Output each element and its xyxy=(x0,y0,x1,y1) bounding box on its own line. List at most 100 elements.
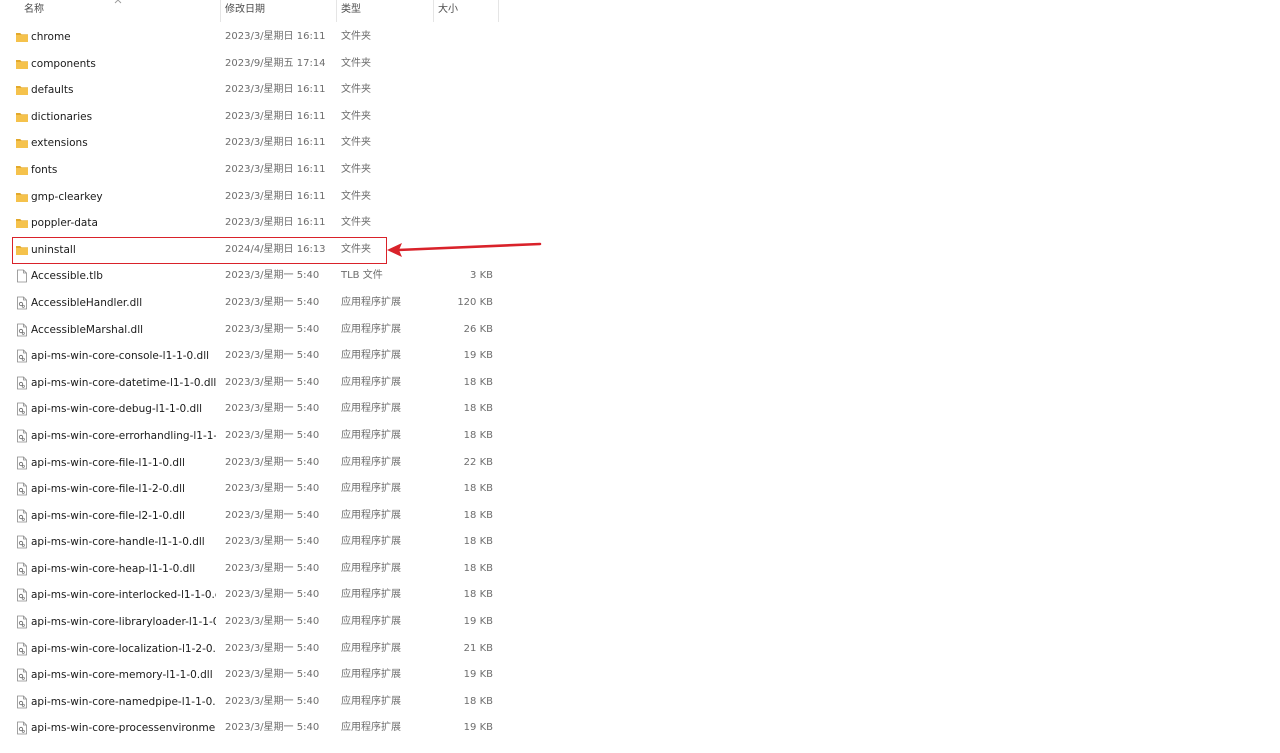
file-type: 应用程序扩展 xyxy=(341,403,401,415)
dll-file-icon xyxy=(15,668,29,682)
file-modified-date: 2023/3/星期一 5:40 xyxy=(225,429,320,441)
file-modified-date: 2023/3/星期日 16:11 xyxy=(225,84,326,96)
file-modified-date: 2023/3/星期一 5:40 xyxy=(225,509,320,521)
dll-file-icon xyxy=(15,695,29,709)
file-name: api-ms-win-core-handle-l1-1-0.dll xyxy=(31,536,205,549)
file-row[interactable]: api-ms-win-core-debug-l1-1-0.dll 2023/3/星… xyxy=(0,396,500,423)
dll-file-icon xyxy=(15,349,29,363)
file-row[interactable]: gmp-clearkey 2023/3/星期日 16:11 文件夹 xyxy=(0,184,500,211)
file-row[interactable]: fonts 2023/3/星期日 16:11 文件夹 xyxy=(0,157,500,184)
file-row[interactable]: api-ms-win-core-file-l1-1-0.dll 2023/3/星期… xyxy=(0,450,500,477)
folder-icon xyxy=(15,30,29,44)
column-header-type[interactable]: 类型 xyxy=(336,0,433,22)
annotation-highlight-box xyxy=(12,237,387,264)
file-modified-date: 2023/3/星期日 16:11 xyxy=(225,217,326,229)
file-modified-date: 2023/3/星期一 5:40 xyxy=(225,296,320,308)
file-icon xyxy=(15,269,29,283)
file-name: api-ms-win-core-memory-l1-1-0.dll xyxy=(31,669,213,682)
file-size: 18 KB xyxy=(463,376,493,388)
folder-icon xyxy=(15,57,29,71)
file-name: api-ms-win-core-file-l1-1-0.dll xyxy=(31,456,185,469)
file-size: 18 KB xyxy=(463,509,493,521)
file-type: 文件夹 xyxy=(341,217,371,229)
file-name: api-ms-win-core-namedpipe-l1-1-0.dll xyxy=(31,695,216,708)
file-row[interactable]: extensions 2023/3/星期日 16:11 文件夹 xyxy=(0,130,500,157)
file-type: 应用程序扩展 xyxy=(341,296,401,308)
file-row[interactable]: api-ms-win-core-console-l1-1-0.dll 2023/3… xyxy=(0,343,500,370)
file-row[interactable]: api-ms-win-core-file-l2-1-0.dll 2023/3/星期… xyxy=(0,503,500,530)
file-name: AccessibleMarshal.dll xyxy=(31,323,144,336)
folder-icon xyxy=(15,163,29,177)
file-row[interactable]: api-ms-win-core-processenvironmen... 2023… xyxy=(0,715,500,742)
file-name: chrome xyxy=(31,31,71,43)
file-modified-date: 2023/3/星期日 16:11 xyxy=(225,163,326,175)
file-row[interactable]: api-ms-win-core-interlocked-l1-1-0.dll 20… xyxy=(0,582,500,609)
file-modified-date: 2023/3/星期日 16:11 xyxy=(225,190,326,202)
file-row[interactable]: api-ms-win-core-errorhandling-l1-1-... 20… xyxy=(0,423,500,450)
file-size: 19 KB xyxy=(463,350,493,362)
dll-file-icon xyxy=(15,721,29,735)
file-row[interactable]: api-ms-win-core-file-l1-2-0.dll 2023/3/星期… xyxy=(0,476,500,503)
file-row[interactable]: api-ms-win-core-handle-l1-1-0.dll 2023/3/… xyxy=(0,529,500,556)
file-size: 18 KB xyxy=(463,589,493,601)
file-row[interactable]: api-ms-win-core-memory-l1-1-0.dll 2023/3/… xyxy=(0,662,500,689)
file-size: 19 KB xyxy=(463,616,493,628)
column-header-bar: 名称 修改日期 类型 大小 xyxy=(0,0,500,22)
file-type: 应用程序扩展 xyxy=(341,483,401,495)
file-modified-date: 2023/3/星期一 5:40 xyxy=(225,642,320,654)
file-row[interactable]: api-ms-win-core-datetime-l1-1-0.dll 2023/… xyxy=(0,370,500,397)
file-name: extensions xyxy=(31,137,88,150)
folder-icon xyxy=(15,83,29,97)
file-size: 18 KB xyxy=(463,536,493,548)
file-row[interactable]: chrome 2023/3/星期日 16:11 文件夹 xyxy=(0,24,500,51)
file-size: 18 KB xyxy=(463,483,493,495)
file-row[interactable]: poppler-data 2023/3/星期日 16:11 文件夹 xyxy=(0,210,500,237)
file-size: 19 KB xyxy=(463,669,493,681)
file-row[interactable]: api-ms-win-core-libraryloader-l1-1-0... 2… xyxy=(0,609,500,636)
file-size: 26 KB xyxy=(463,323,493,335)
folder-icon xyxy=(15,136,29,150)
file-modified-date: 2023/3/星期一 5:40 xyxy=(225,350,320,362)
file-row[interactable]: dictionaries 2023/3/星期日 16:11 文件夹 xyxy=(0,104,500,131)
file-type: 文件夹 xyxy=(341,110,371,122)
file-type: 文件夹 xyxy=(341,57,371,69)
file-type: 应用程序扩展 xyxy=(341,722,401,734)
file-row[interactable]: components 2023/9/星期五 17:14 文件夹 xyxy=(0,51,500,78)
file-type: 应用程序扩展 xyxy=(341,669,401,681)
file-row[interactable]: api-ms-win-core-namedpipe-l1-1-0.dll 2023… xyxy=(0,689,500,716)
file-modified-date: 2023/3/星期日 16:11 xyxy=(225,31,326,42)
file-size: 18 KB xyxy=(463,562,493,574)
dll-file-icon xyxy=(15,509,29,523)
column-header-name[interactable]: 名称 xyxy=(20,0,220,22)
file-type: 应用程序扩展 xyxy=(341,376,401,388)
file-modified-date: 2023/3/星期一 5:40 xyxy=(225,270,320,282)
file-modified-date: 2023/3/星期一 5:40 xyxy=(225,376,320,388)
file-name: api-ms-win-core-datetime-l1-1-0.dll xyxy=(31,376,216,389)
file-name: dictionaries xyxy=(31,110,93,123)
file-row[interactable]: api-ms-win-core-localization-l1-2-0.dll 2… xyxy=(0,636,500,663)
file-row[interactable]: Accessible.tlb 2023/3/星期一 5:40 TLB 文件 3 KB xyxy=(0,263,500,290)
file-type: 应用程序扩展 xyxy=(341,509,401,521)
file-modified-date: 2023/3/星期一 5:40 xyxy=(225,562,320,574)
dll-file-icon xyxy=(15,615,29,629)
file-size: 120 KB xyxy=(457,296,493,308)
file-modified-date: 2023/3/星期一 5:40 xyxy=(225,722,320,734)
file-row[interactable]: defaults 2023/3/星期日 16:11 文件夹 xyxy=(0,77,500,104)
file-name: api-ms-win-core-libraryloader-l1-1-0... xyxy=(31,616,216,629)
file-modified-date: 2023/3/星期一 5:40 xyxy=(225,483,320,495)
file-modified-date: 2023/3/星期一 5:40 xyxy=(225,589,320,601)
dll-file-icon xyxy=(15,376,29,390)
file-size: 18 KB xyxy=(463,695,493,707)
column-header-size[interactable]: 大小 xyxy=(433,0,499,22)
column-header-date[interactable]: 修改日期 xyxy=(220,0,336,22)
file-row[interactable]: api-ms-win-core-heap-l1-1-0.dll 2023/3/星期… xyxy=(0,556,500,583)
file-name: api-ms-win-core-heap-l1-1-0.dll xyxy=(31,562,196,575)
file-name: api-ms-win-core-debug-l1-1-0.dll xyxy=(31,403,203,416)
file-row[interactable]: AccessibleMarshal.dll 2023/3/星期一 5:40 应用程序… xyxy=(0,317,500,344)
file-type: 应用程序扩展 xyxy=(341,350,401,362)
file-type: 应用程序扩展 xyxy=(341,456,401,468)
file-row[interactable]: AccessibleHandler.dll 2023/3/星期一 5:40 应用程序… xyxy=(0,290,500,317)
folder-icon xyxy=(15,190,29,204)
file-type: 文件夹 xyxy=(341,190,371,202)
file-type: TLB 文件 xyxy=(341,270,383,282)
